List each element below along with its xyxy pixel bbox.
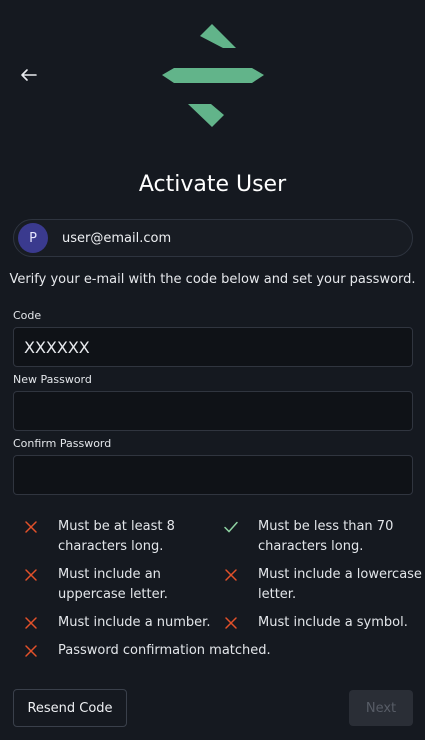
app-logo — [162, 24, 264, 127]
user-email: user@email.com — [62, 230, 172, 246]
new-password-input[interactable] — [13, 391, 413, 431]
requirement-item: Must include a lowercase letter. — [222, 565, 422, 605]
requirement-item: Must be less than 70 characters long. — [222, 517, 422, 557]
requirement-icon — [222, 565, 240, 585]
user-chip: P user@email.com — [13, 219, 413, 257]
requirement-icon — [22, 517, 40, 537]
avatar: P — [18, 223, 48, 253]
arrow-left-icon — [21, 69, 37, 81]
confirm-password-input[interactable] — [13, 455, 413, 495]
cross-icon — [25, 569, 37, 581]
cross-icon — [225, 569, 237, 581]
next-button[interactable]: Next — [349, 690, 413, 726]
cross-icon — [25, 521, 37, 533]
requirement-text: Must be at least 8 characters long. — [58, 519, 175, 554]
cross-icon — [25, 645, 37, 657]
requirement-text: Must include a lowercase letter. — [258, 567, 422, 602]
check-icon — [224, 521, 238, 533]
requirement-text: Must include a number. — [58, 615, 211, 630]
requirement-text: Password confirmation matched. — [58, 643, 271, 658]
back-button[interactable] — [18, 64, 40, 86]
requirement-icon — [222, 613, 240, 633]
page-title: Activate User — [138, 172, 287, 197]
requirement-item: Must include an uppercase letter. — [22, 565, 212, 605]
confirm-password-label: Confirm Password — [13, 437, 112, 450]
requirement-text: Must include a symbol. — [258, 615, 408, 630]
requirement-icon — [22, 565, 40, 585]
code-input[interactable] — [13, 327, 413, 367]
requirement-icon — [22, 641, 40, 661]
requirement-item: Must be at least 8 characters long. — [22, 517, 212, 557]
cross-icon — [225, 617, 237, 629]
code-label: Code — [13, 309, 42, 322]
instructions-text: Verify your e-mail with the code below a… — [9, 272, 416, 287]
requirement-item: Must include a symbol. — [222, 613, 422, 633]
requirement-text: Must be less than 70 characters long. — [258, 519, 394, 554]
requirement-item: Must include a number. — [22, 613, 212, 633]
requirement-icon — [22, 613, 40, 633]
new-password-label: New Password — [13, 373, 92, 386]
requirement-text: Must include an uppercase letter. — [58, 567, 168, 602]
requirement-icon — [222, 517, 240, 537]
requirement-item: Password confirmation matched. — [22, 641, 322, 661]
cross-icon — [25, 617, 37, 629]
resend-code-button[interactable]: Resend Code — [13, 689, 127, 727]
